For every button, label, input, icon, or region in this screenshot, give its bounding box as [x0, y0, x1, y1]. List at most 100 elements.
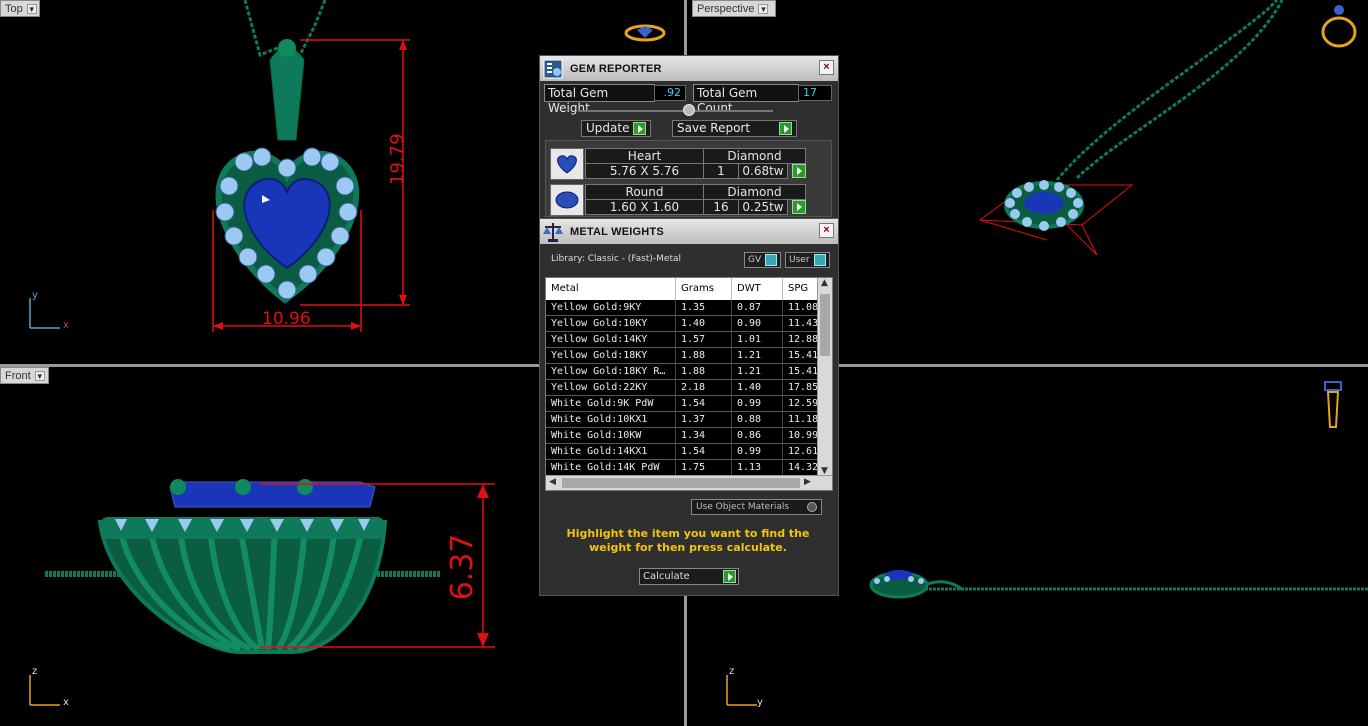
- total-gem-count-row: Total Gem Count 17: [693, 84, 832, 115]
- scale-icon: [542, 221, 564, 243]
- gem-count: 1: [703, 163, 739, 179]
- gem-weight: 0.25tw: [738, 199, 788, 215]
- panel-splitter-handle[interactable]: [683, 104, 695, 116]
- user-toggle[interactable]: User: [785, 252, 830, 268]
- play-arrow-icon: [633, 122, 646, 135]
- table-row[interactable]: White Gold:10KX1 1.37 0.88 11.18: [546, 412, 818, 428]
- spg-value: 12.59: [783, 396, 818, 411]
- axis-x-label: x: [63, 320, 69, 331]
- close-icon[interactable]: ×: [819, 60, 834, 75]
- spg-value: 11.08: [783, 300, 818, 315]
- axis-z-label: z: [729, 666, 735, 677]
- pendant-nav-icon[interactable]: [1320, 377, 1346, 431]
- axis-z-label: z: [32, 666, 38, 677]
- dwt-value: 1.21: [732, 364, 783, 379]
- scroll-up-icon[interactable]: ▲: [821, 278, 828, 288]
- column-header-spg[interactable]: SPG: [783, 278, 818, 300]
- axis-x-label: x: [63, 697, 69, 708]
- dwt-value: 0.88: [732, 412, 783, 427]
- update-button[interactable]: Update: [581, 120, 651, 137]
- gem-shape: Round: [585, 184, 704, 200]
- dwt-value: 1.40: [732, 380, 783, 395]
- library-name: Library: Classic - (Fast)-Metal: [551, 254, 682, 264]
- spg-value: 15.41: [783, 364, 818, 379]
- play-arrow-icon: [723, 570, 736, 583]
- user-toggle-label: User: [789, 255, 810, 265]
- gv-toggle[interactable]: GV: [744, 252, 781, 268]
- table-row[interactable]: White Gold:14KX1 1.54 0.99 12.61: [546, 444, 818, 460]
- spg-value: 14.32: [783, 460, 818, 475]
- spg-value: 11.43: [783, 316, 818, 331]
- grams-value: 2.18: [676, 380, 732, 395]
- gem-material: Diamond: [703, 148, 806, 164]
- update-button-label: Update: [586, 121, 630, 135]
- grams-value: 1.37: [676, 412, 732, 427]
- scroll-left-icon[interactable]: ◀: [549, 477, 556, 487]
- metal-table-vertical-scrollbar[interactable]: ▲ ▼: [817, 278, 832, 476]
- use-object-materials-label: Use Object Materials: [696, 502, 790, 512]
- table-row[interactable]: White Gold:10KW 1.34 0.86 10.99: [546, 428, 818, 444]
- save-report-button[interactable]: Save Report: [672, 120, 797, 137]
- gem-reporter-titlebar[interactable]: GEM REPORTER ×: [540, 56, 838, 81]
- use-object-materials-toggle[interactable]: Use Object Materials: [691, 499, 822, 515]
- close-icon[interactable]: ×: [819, 223, 834, 238]
- table-row[interactable]: Yellow Gold:18KY 1.88 1.21 15.41: [546, 348, 818, 364]
- dwt-value: 0.86: [732, 428, 783, 443]
- gem-count: 16: [703, 199, 739, 215]
- table-row[interactable]: Yellow Gold:22KY 2.18 1.40 17.85: [546, 380, 818, 396]
- spg-value: 10.99: [783, 428, 818, 443]
- column-header-metal[interactable]: Metal: [546, 278, 676, 300]
- metal-weights-titlebar[interactable]: METAL WEIGHTS ×: [540, 219, 838, 244]
- metal-name: Yellow Gold:10KY: [546, 316, 676, 331]
- axis-y-label: y: [757, 697, 763, 708]
- total-gem-count-value: 17: [798, 85, 832, 101]
- save-report-button-label: Save Report: [677, 121, 751, 135]
- scroll-thumb[interactable]: [820, 294, 830, 356]
- metal-table: Metal Grams DWT SPG Yellow Gold:9KY 1.35 0…: [545, 277, 833, 491]
- table-row[interactable]: Yellow Gold:10KY 1.40 0.90 11.43: [546, 316, 818, 332]
- scroll-thumb[interactable]: [562, 478, 800, 488]
- grams-value: 1.54: [676, 396, 732, 411]
- heart-gem-icon: [550, 148, 584, 180]
- column-header-dwt[interactable]: DWT: [732, 278, 783, 300]
- dwt-value: 0.87: [732, 300, 783, 315]
- ring-nav-icon[interactable]: [1317, 2, 1361, 50]
- gem-select-button[interactable]: [792, 200, 806, 214]
- axis-y-label: y: [32, 290, 38, 301]
- gem-select-button[interactable]: [792, 164, 806, 178]
- gem-size: 5.76 X 5.76: [585, 163, 704, 179]
- metal-table-horizontal-scrollbar[interactable]: ◀ ▶: [546, 475, 832, 490]
- grams-value: 1.34: [676, 428, 732, 443]
- table-row[interactable]: White Gold:14K PdW 1.75 1.13 14.32: [546, 460, 818, 476]
- table-row[interactable]: Yellow Gold:14KY 1.57 1.01 12.88: [546, 332, 818, 348]
- spg-value: 17.85: [783, 380, 818, 395]
- metal-name: White Gold:9K PdW: [546, 396, 676, 411]
- round-gem-icon: [550, 184, 584, 216]
- table-row[interactable]: Yellow Gold:18KY R… 1.88 1.21 15.41: [546, 364, 818, 380]
- gem-list-item[interactable]: Round Diamond 1.60 X 1.60 16 0.25tw: [550, 182, 808, 216]
- grams-value: 1.88: [676, 364, 732, 379]
- metal-table-header: Metal Grams DWT SPG: [546, 278, 818, 300]
- table-row[interactable]: Yellow Gold:9KY 1.35 0.87 11.08: [546, 300, 818, 316]
- height-dimension-label: 19.79: [387, 133, 408, 185]
- scroll-right-icon[interactable]: ▶: [804, 477, 811, 487]
- metal-name: Yellow Gold:22KY: [546, 380, 676, 395]
- column-header-grams[interactable]: Grams: [676, 278, 732, 300]
- spg-value: 15.41: [783, 348, 818, 363]
- toggle-icon: [814, 254, 826, 266]
- play-arrow-icon: [779, 122, 792, 135]
- total-gem-weight-label: Total Gem Weight: [544, 84, 655, 115]
- dwt-value: 0.90: [732, 316, 783, 331]
- total-gem-weight-row: Total Gem Weight .92: [544, 84, 686, 115]
- dwt-value: 1.21: [732, 348, 783, 363]
- table-row[interactable]: White Gold:9K PdW 1.54 0.99 12.59: [546, 396, 818, 412]
- spg-value: 12.88: [783, 332, 818, 347]
- gem-weight: 0.68tw: [738, 163, 788, 179]
- metal-weights-title: METAL WEIGHTS: [570, 225, 664, 238]
- metal-name: White Gold:14K PdW: [546, 460, 676, 475]
- calculate-button[interactable]: Calculate: [639, 568, 739, 585]
- ring-nav-icon[interactable]: [623, 22, 667, 44]
- metal-name: Yellow Gold:14KY: [546, 332, 676, 347]
- gem-list-item[interactable]: Heart Diamond 5.76 X 5.76 1 0.68tw: [550, 146, 808, 180]
- metal-name: White Gold:14KX1: [546, 444, 676, 459]
